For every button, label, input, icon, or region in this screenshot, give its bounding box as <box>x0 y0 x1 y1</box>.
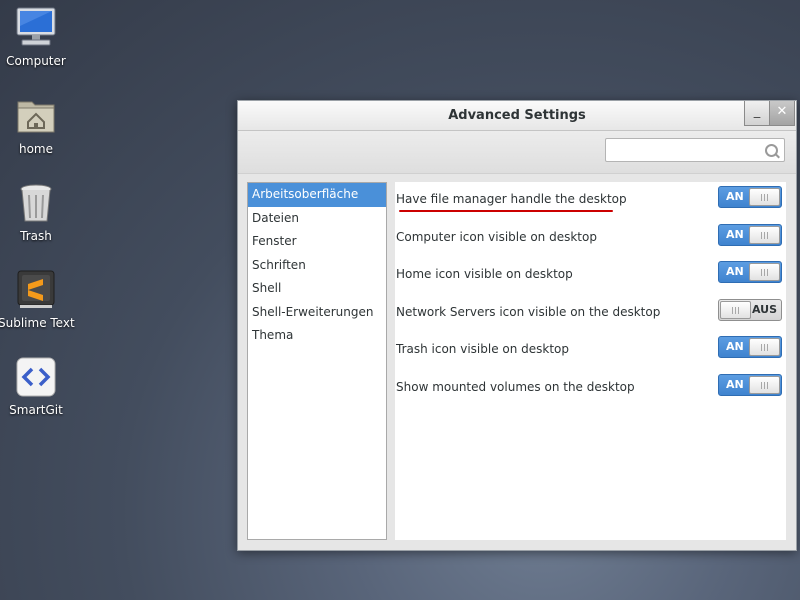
desktop-icon-label: home <box>18 142 54 156</box>
toggle-state: AN <box>726 190 744 203</box>
file-manager-desktop-toggle[interactable]: AN <box>718 186 782 208</box>
settings-panel: Have file manager handle the desktop AN … <box>395 182 786 540</box>
window-titlebar[interactable]: Advanced Settings _ ✕ <box>238 101 796 131</box>
sidebar-item-dateien[interactable]: Dateien <box>248 207 386 231</box>
toggle-state: AN <box>726 265 744 278</box>
desktop-icon-computer[interactable]: Computer <box>0 6 74 68</box>
window-title: Advanced Settings <box>448 108 586 123</box>
search-input[interactable] <box>605 138 785 162</box>
desktop-icon-label: Trash <box>20 229 52 243</box>
setting-label: Home icon visible on desktop <box>396 267 573 281</box>
advanced-settings-window: Advanced Settings _ ✕ Arbeitsoberfläche … <box>237 100 797 551</box>
close-button[interactable]: ✕ <box>769 101 795 126</box>
sidebar-item-shell[interactable]: Shell <box>248 277 386 301</box>
desktop-icon-home[interactable]: home <box>0 94 74 156</box>
setting-label: Trash icon visible on desktop <box>396 342 570 356</box>
minimize-button[interactable]: _ <box>744 101 770 126</box>
sidebar-item-fenster[interactable]: Fenster <box>248 230 386 254</box>
network-servers-icon-toggle[interactable]: AUS <box>718 298 782 321</box>
desktop-icon-label: SmartGit <box>9 403 63 417</box>
toggle-state: AN <box>726 340 744 353</box>
toggle-state: AN <box>726 377 744 391</box>
setting-row-trash-icon: Trash icon visible on desktop AN <box>395 333 786 371</box>
mounted-volumes-toggle[interactable]: AN <box>718 373 782 396</box>
desktop-icon-trash[interactable]: Trash <box>0 181 74 243</box>
setting-label: Network Servers icon visible on the desk… <box>396 304 661 319</box>
sidebar-item-schriften[interactable]: Schriften <box>248 254 386 278</box>
smartgit-icon <box>14 355 58 399</box>
trash-icon <box>14 181 58 225</box>
toggle-state: AUS <box>751 302 777 316</box>
toggle-state: AN <box>726 227 744 241</box>
sidebar-item-thema[interactable]: Thema <box>248 324 386 348</box>
setting-label: Computer icon visible on desktop <box>396 229 597 244</box>
sidebar-item-shell-erweiterungen[interactable]: Shell-Erweiterungen <box>248 301 386 325</box>
sidebar: Arbeitsoberfläche Dateien Fenster Schrif… <box>247 182 387 540</box>
setting-label: Have file manager handle the desktop <box>396 192 627 206</box>
home-icon-toggle[interactable]: AN <box>718 261 782 283</box>
setting-row-mounted-volumes: Show mounted volumes on the desktop AN <box>395 371 786 409</box>
setting-row-computer-icon: Computer icon visible on desktop AN <box>395 221 786 259</box>
desktop-icon-smartgit[interactable]: SmartGit <box>0 355 74 417</box>
desktop-icon-sublime-text[interactable]: Sublime Text <box>0 268 75 330</box>
annotation-underline <box>399 210 613 212</box>
trash-icon-toggle[interactable]: AN <box>718 336 782 358</box>
search-icon[interactable] <box>765 144 778 157</box>
desktop-icon-label: Sublime Text <box>0 316 75 330</box>
computer-icon-toggle[interactable]: AN <box>718 223 782 246</box>
desktop-icon-label: Computer <box>6 54 66 68</box>
setting-label: Show mounted volumes on the desktop <box>396 379 635 394</box>
toolbar <box>238 131 796 174</box>
setting-row-home-icon: Home icon visible on desktop AN <box>395 258 786 296</box>
home-folder-icon <box>14 94 58 138</box>
computer-icon <box>14 6 58 50</box>
setting-row-file-manager-desktop: Have file manager handle the desktop AN <box>395 183 786 221</box>
sublime-text-icon <box>14 268 58 312</box>
sidebar-item-arbeitsoberflaeche[interactable]: Arbeitsoberfläche <box>248 183 386 207</box>
setting-row-network-servers-icon: Network Servers icon visible on the desk… <box>395 296 786 334</box>
